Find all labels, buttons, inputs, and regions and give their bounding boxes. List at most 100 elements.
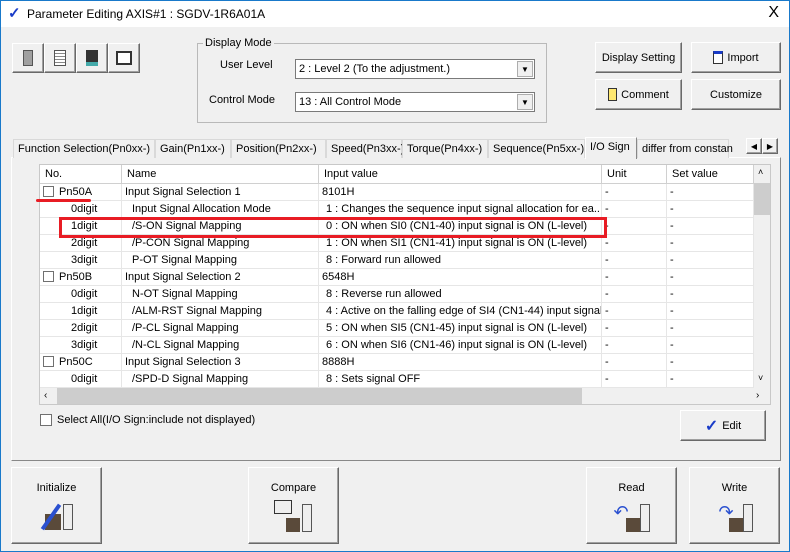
select-all-checkbox[interactable]: Select All(I/O Sign:include not displaye… <box>40 414 255 426</box>
cell-name: Input Signal Selection 3 <box>122 354 319 371</box>
close-button[interactable]: X <box>768 4 779 22</box>
row-checkbox[interactable] <box>43 356 54 367</box>
scroll-up-icon[interactable]: ˄ <box>758 167 763 177</box>
cell-set: - <box>667 286 754 303</box>
cell-text: /ALM-RST Signal Mapping <box>132 305 263 317</box>
vertical-scrollbar[interactable]: ˄ ˅ <box>754 165 770 388</box>
tab-sequence-pn5xx[interactable]: Sequence(Pn5xx-) <box>488 139 585 158</box>
write-button[interactable]: Write ↷ <box>689 467 780 544</box>
vertical-scroll-thumb[interactable] <box>754 183 770 215</box>
tab-torque-pn4xx[interactable]: Torque(Pn4xx-) <box>402 139 488 158</box>
write-label: Write <box>721 482 748 494</box>
tab-gain-pn1xx[interactable]: Gain(Pn1xx-) <box>155 139 231 158</box>
row-checkbox[interactable] <box>43 186 54 197</box>
table-row[interactable]: 0digit Input Signal Allocation Mode 1 : Ch… <box>40 201 754 218</box>
scroll-down-icon[interactable]: ˅ <box>758 373 763 383</box>
cell-text: 1 : Changes the sequence input signal al… <box>326 203 602 215</box>
cell-text: 1 : ON when SI1 (CN1-41) input signal is… <box>326 237 588 249</box>
cell-value: 6548H <box>319 269 602 286</box>
table-row[interactable]: 3digit/N-CL Signal Mapping 6 : ON when SI… <box>40 337 754 354</box>
tab-scroll-right-button[interactable]: ▶ <box>762 138 778 154</box>
tab-speed-pn3xx[interactable]: Speed(Pn3xx-) <box>326 139 404 158</box>
cell-unit: - <box>602 354 667 371</box>
column-header-set-value[interactable]: Set value <box>667 165 754 184</box>
tab-differ-from-constan[interactable]: differ from constan <box>637 139 733 158</box>
import-icon <box>713 51 724 64</box>
cell-text: 6 : ON when SI6 (CN1-46) input signal is… <box>326 339 588 351</box>
cell-text: /P-CON Signal Mapping <box>132 237 250 249</box>
cell-text: - <box>605 271 609 283</box>
table-row[interactable]: 0digit N-OT Signal Mapping 8 : Reverse run… <box>40 286 754 303</box>
cell-value: 1 : Changes the sequence input signal al… <box>319 201 602 218</box>
horizontal-scroll-thumb[interactable] <box>57 388 582 404</box>
cell-text: 2digit <box>71 322 98 334</box>
customize-button[interactable]: Customize <box>691 79 781 110</box>
display-setting-button[interactable]: Display Setting <box>595 42 682 73</box>
cell-set: - <box>667 184 754 201</box>
cell-set: - <box>667 252 754 269</box>
chevron-down-icon[interactable]: ▼ <box>517 61 533 77</box>
cell-text: P-OT Signal Mapping <box>132 254 237 266</box>
save-button[interactable] <box>76 43 108 73</box>
cell-name: Input Signal Allocation Mode <box>122 201 319 218</box>
scroll-left-icon[interactable]: ‹ <box>44 390 47 401</box>
table-row[interactable]: Pn50B Input Signal Selection 2 6548H - - <box>40 269 754 286</box>
tab-i-o-sign[interactable]: I/O Sign <box>585 137 637 159</box>
cell-no: 0digit <box>40 286 122 303</box>
row-checkbox[interactable] <box>43 271 54 282</box>
cell-text: - <box>670 339 674 351</box>
cell-text: Pn50A <box>59 186 93 198</box>
cell-text: - <box>605 356 609 368</box>
tab-scroll-left-button[interactable]: ◀ <box>746 138 762 154</box>
chevron-down-icon[interactable]: ▼ <box>517 94 533 110</box>
user-level-select[interactable]: 2 : Level 2 (To the adjustment.) ▼ <box>295 59 535 79</box>
control-mode-select[interactable]: 13 : All Control Mode ▼ <box>295 92 535 112</box>
table-row[interactable]: Pn50C Input Signal Selection 3 8888H - - <box>40 354 754 371</box>
edit-button[interactable]: ✓ Edit <box>680 410 766 441</box>
column-header-no[interactable]: No. <box>40 165 122 184</box>
parameter-table: Pn50A Input Signal Selection 1 8101H - -0dig… <box>39 164 771 405</box>
column-header-unit[interactable]: Unit <box>602 165 667 184</box>
initialize-label: Initialize <box>36 482 77 494</box>
cell-value: 8 : Sets signal OFF <box>319 371 602 388</box>
compare-button[interactable]: Compare <box>248 467 339 544</box>
column-header-input-value[interactable]: Input value <box>319 165 602 184</box>
cell-text: /P-CL Signal Mapping <box>132 322 239 334</box>
scroll-right-icon[interactable]: › <box>756 390 759 401</box>
tab-position-pn2xx[interactable]: Position(Pn2xx-) <box>231 139 326 158</box>
cell-text: - <box>670 356 674 368</box>
column-header-name[interactable]: Name <box>122 165 319 184</box>
initialize-servo-icon <box>37 500 77 534</box>
cell-value: 8888H <box>319 354 602 371</box>
table-row[interactable]: 1digit/ALM-RST Signal Mapping 4 : Active … <box>40 303 754 320</box>
cell-text: 1digit <box>71 305 98 317</box>
highlight-box <box>59 217 607 238</box>
cell-text: 8 : Sets signal OFF <box>326 373 421 385</box>
tab-function-selection-pn0xx[interactable]: Function Selection(Pn0xx-) <box>13 139 155 158</box>
cell-unit: - <box>602 218 667 235</box>
cell-text: 3digit <box>71 254 98 266</box>
new-button[interactable] <box>12 43 44 73</box>
cell-set: - <box>667 371 754 388</box>
initialize-button[interactable]: Initialize <box>11 467 102 544</box>
table-row[interactable]: 2digit/P-CL Signal Mapping 5 : ON when SI… <box>40 320 754 337</box>
table-row[interactable]: 3digit P-OT Signal Mapping 8 : Forward run… <box>40 252 754 269</box>
cell-value: 8 : Forward run allowed <box>319 252 602 269</box>
read-label: Read <box>618 482 645 494</box>
title-bar: ✓ Parameter Editing AXIS#1 : SGDV-1R6A01… <box>1 1 789 27</box>
checkbox[interactable] <box>40 414 52 426</box>
print-button[interactable] <box>108 43 140 73</box>
read-button[interactable]: Read ↶ <box>586 467 677 544</box>
cell-text: - <box>605 339 609 351</box>
import-button[interactable]: Import <box>691 42 781 73</box>
table-row[interactable]: Pn50A Input Signal Selection 1 8101H - - <box>40 184 754 201</box>
open-button[interactable] <box>44 43 76 73</box>
cell-text: - <box>670 322 674 334</box>
cell-value: 4 : Active on the falling edge of SI4 (C… <box>319 303 602 320</box>
cell-text: Pn50C <box>59 356 93 368</box>
horizontal-scrollbar[interactable]: ‹ › <box>40 388 770 404</box>
check-icon: ✓ <box>704 417 719 435</box>
read-servo-icon: ↶ <box>612 500 652 534</box>
comment-button[interactable]: Comment <box>595 79 682 110</box>
table-row[interactable]: 0digit/SPD-D Signal Mapping 8 : Sets sign… <box>40 371 754 388</box>
